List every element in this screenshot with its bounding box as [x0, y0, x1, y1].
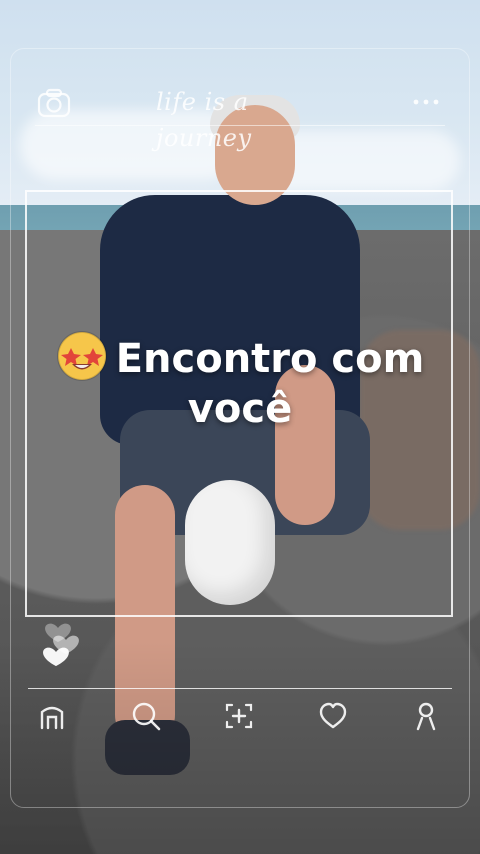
top-divider: [35, 125, 445, 126]
top-bar: life is a journey: [26, 78, 452, 152]
home-icon[interactable]: [34, 698, 70, 734]
heart-icon[interactable]: [315, 698, 351, 734]
profile-icon[interactable]: [408, 698, 444, 734]
hearts-icon: [43, 623, 79, 666]
bottom-divider: [28, 688, 452, 689]
caption: Encontro com você: [40, 330, 440, 434]
story-screen: life is a journey Encontro com você: [0, 0, 480, 854]
add-icon[interactable]: [221, 698, 257, 734]
search-icon[interactable]: [128, 698, 164, 734]
caption-line-2: você: [187, 386, 293, 432]
app-title: life is a journey: [156, 88, 252, 152]
more-icon[interactable]: [406, 92, 446, 112]
star-struck-emoji-icon: [56, 331, 107, 381]
bottom-nav: [26, 694, 452, 738]
caption-line-1: Encontro com: [115, 336, 425, 382]
camera-icon[interactable]: [36, 85, 72, 121]
